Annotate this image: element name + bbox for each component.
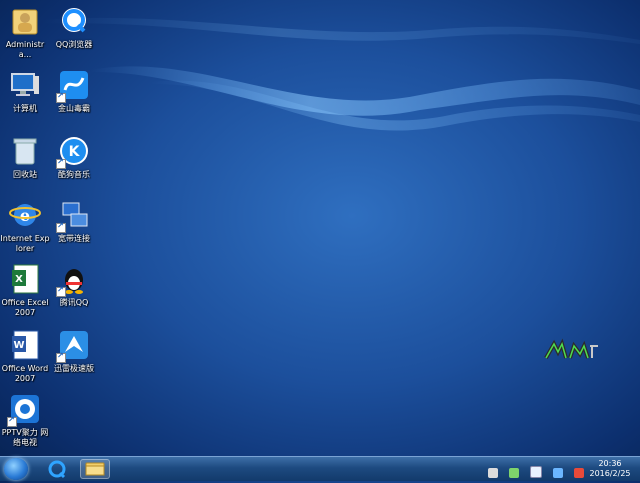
- word-icon: W: [8, 328, 42, 362]
- wallpaper-logo: [544, 338, 598, 359]
- shortcut-arrow-icon: [56, 91, 66, 103]
- desktop-icon-label: 回收站: [13, 170, 37, 179]
- volume-icon[interactable]: [574, 468, 584, 478]
- desktop-icon-label: 宽带连接: [58, 234, 90, 243]
- kugou-music-icon: K: [56, 134, 91, 169]
- qq-browser-icon: [57, 4, 91, 38]
- desktop-icon[interactable]: 计算机: [0, 68, 50, 114]
- desktop-icon[interactable]: 迅雷极速版: [49, 328, 99, 374]
- desktop-icon-label: Office Word 2007: [1, 364, 49, 383]
- desktop-icon-label: Administra...: [5, 40, 45, 59]
- broadband-connection-icon: [56, 198, 91, 233]
- windows-start-icon[interactable]: [4, 458, 28, 480]
- kingsoft-antivirus-icon: [56, 68, 91, 103]
- desktop-icon-label: 金山毒霸: [58, 104, 90, 113]
- desktop-icon[interactable]: e Internet Explorer: [0, 198, 50, 254]
- desktop-icon[interactable]: 宽带连接: [49, 198, 99, 244]
- desktop-icon[interactable]: Administra...: [0, 4, 50, 60]
- svg-text:X: X: [15, 274, 23, 285]
- desktop-icon[interactable]: QQ浏览器: [49, 4, 99, 50]
- desktop-icon-label: 迅雷极速版: [54, 364, 94, 373]
- desktop-icon[interactable]: K 酷狗音乐: [49, 134, 99, 180]
- taskbar: 20:36 2016/2/25: [0, 456, 640, 481]
- internet-explorer-icon: e: [8, 198, 42, 232]
- desktop-icon-label: QQ浏览器: [55, 40, 93, 49]
- recycle-bin-icon: [8, 134, 42, 168]
- security-tray-icon[interactable]: [552, 468, 563, 478]
- clock-date: 2016/2/25: [589, 469, 631, 478]
- system-tray: [482, 463, 584, 478]
- notification-icon[interactable]: [487, 468, 498, 478]
- desktop-icon-label: PPTV聚力 网络电视: [1, 428, 49, 447]
- antivirus-tray-icon[interactable]: [529, 466, 542, 478]
- desktop-icon-label: 酷狗音乐: [58, 170, 90, 179]
- clock-time: 20:36: [598, 459, 622, 468]
- xunlei-icon: [56, 328, 91, 363]
- desktop-icon-label: 计算机: [13, 104, 37, 113]
- shortcut-arrow-icon: [56, 285, 66, 297]
- computer-icon: [8, 68, 42, 102]
- desktop-icon[interactable]: W Office Word 2007: [0, 328, 50, 384]
- taskbar-qq-browser[interactable]: [42, 459, 72, 479]
- pptv-icon: [7, 392, 42, 427]
- svg-text:K: K: [69, 144, 81, 160]
- user-folder-icon: [8, 4, 42, 38]
- shortcut-arrow-icon: [7, 415, 17, 427]
- shortcut-arrow-icon: [56, 351, 66, 363]
- file-explorer-icon: [85, 462, 105, 476]
- shortcut-arrow-icon: [56, 221, 66, 233]
- svg-text:W: W: [13, 340, 24, 351]
- shortcut-arrow-icon: [56, 157, 66, 169]
- desktop-icon[interactable]: X Office Excel 2007: [0, 262, 50, 318]
- desktop-icon[interactable]: 腾讯QQ: [49, 262, 99, 308]
- desktop-icon[interactable]: PPTV聚力 网络电视: [0, 392, 50, 448]
- desktop-icon[interactable]: 金山毒霸: [49, 68, 99, 114]
- network-icon[interactable]: [508, 468, 519, 478]
- qq-penguin-icon: [56, 262, 91, 297]
- excel-icon: X: [8, 262, 42, 296]
- desktop-icon-label: Office Excel 2007: [1, 298, 49, 317]
- clock[interactable]: 20:36 2016/2/25: [586, 459, 634, 479]
- desktop-icon-label: 腾讯QQ: [59, 298, 89, 307]
- taskbar-file-explorer[interactable]: [80, 459, 110, 479]
- qq-browser-icon: [48, 460, 66, 479]
- desktop-icon-label: Internet Explorer: [0, 234, 50, 253]
- desktop-icon[interactable]: 回收站: [0, 134, 50, 180]
